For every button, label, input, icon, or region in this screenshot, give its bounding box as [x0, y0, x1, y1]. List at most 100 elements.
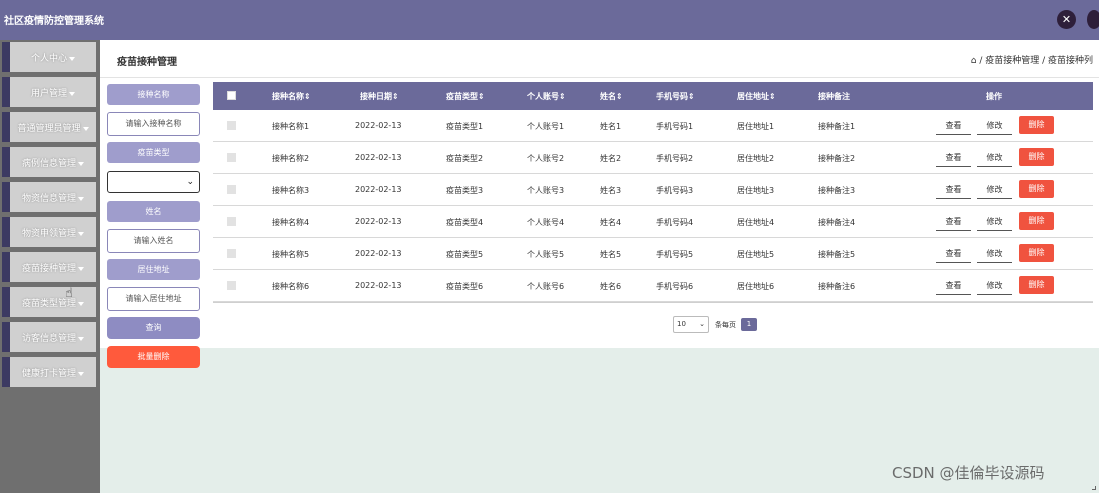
edit-button[interactable]: 修改 [977, 117, 1012, 135]
app-root: 社区疫情防控管理系统 ✕ 个人中心 用户管理 普通管理员管理 病例信息管理 物资… [0, 0, 1099, 493]
mouse-cursor-icon: ☝ [65, 286, 73, 301]
page-size-select[interactable]: 10 ⌄ [673, 316, 709, 333]
sidebar-item-admin-management[interactable]: 普通管理员管理 [2, 112, 96, 142]
app-title: 社区疫情防控管理系统 [4, 16, 104, 27]
cell-name: 姓名4 [600, 218, 622, 227]
cell-account: 个人账号4 [527, 218, 565, 227]
cell-phone: 手机号码5 [656, 250, 694, 259]
delete-button[interactable]: 删除 [1019, 212, 1054, 230]
per-page-label: 条每页 [715, 321, 736, 329]
sidebar-item-label: 病例信息管理 [10, 156, 96, 169]
delete-button[interactable]: 删除 [1019, 116, 1054, 134]
cell-name: 姓名3 [600, 186, 622, 195]
sidebar-label-text: 物资申领管理 [21, 229, 76, 239]
cell-remark: 接种备注4 [818, 218, 856, 227]
delete-button[interactable]: 删除 [1019, 276, 1054, 294]
caret-down-icon [78, 196, 84, 201]
caret-down-icon [78, 371, 84, 376]
vaccination-name-input[interactable]: 请输入接种名称 [107, 112, 200, 136]
cell-vaccination-name: 接种名称6 [272, 282, 310, 291]
edit-button[interactable]: 修改 [977, 213, 1012, 231]
view-button[interactable]: 查看 [936, 149, 971, 167]
sidebar-item-user-management[interactable]: 用户管理 [2, 77, 96, 107]
edit-button[interactable]: 修改 [977, 181, 1012, 199]
sidebar-label-text: 用户管理 [30, 89, 67, 99]
cell-address: 居住地址3 [737, 186, 775, 195]
cell-vaccine-type: 疫苗类型3 [446, 186, 484, 195]
sidebar-item-label: 健康打卡管理 [10, 366, 96, 379]
address-input[interactable]: 请输入居住地址 [107, 287, 200, 311]
view-button[interactable]: 查看 [936, 117, 971, 135]
column-header[interactable]: 姓名⇕ [600, 91, 623, 102]
table-header: 接种名称⇕ 接种日期⇕ 疫苗类型⇕ 个人账号⇕ 姓名⇕ 手机号码⇕ 居住地址⇕ … [213, 82, 1093, 110]
table-row: 接种名称5 2022-02-13 疫苗类型5 个人账号5 姓名5 手机号码5 居… [213, 238, 1093, 270]
batch-delete-button[interactable]: 批量删除 [107, 346, 200, 368]
row-checkbox[interactable] [227, 281, 236, 290]
sidebar-item-label: 个人中心 [10, 51, 96, 64]
avatar-icon[interactable] [1087, 10, 1099, 29]
cell-date: 2022-02-13 [355, 217, 402, 226]
column-header[interactable]: 手机号码⇕ [656, 91, 695, 102]
sidebar-label-text: 健康打卡管理 [21, 369, 76, 379]
sidebar-item-vaccine-type[interactable]: 疫苗类型管理 [2, 287, 96, 317]
column-header[interactable]: 接种日期⇕ [360, 91, 399, 102]
cell-phone: 手机号码2 [656, 154, 694, 163]
row-checkbox[interactable] [227, 153, 236, 162]
column-header-text: 接种名称 [272, 92, 304, 101]
cell-name: 姓名6 [600, 282, 622, 291]
vaccine-type-select[interactable]: ⌄ [107, 171, 200, 193]
view-button[interactable]: 查看 [936, 181, 971, 199]
sidebar-item-supplies-management[interactable]: 物资信息管理 [2, 182, 96, 212]
column-header[interactable]: 疫苗类型⇕ [446, 91, 485, 102]
sidebar-item-visitor[interactable]: 访客信息管理 [2, 322, 96, 352]
row-checkbox[interactable] [227, 249, 236, 258]
column-header[interactable]: 接种名称⇕ [272, 91, 311, 102]
edit-button[interactable]: 修改 [977, 277, 1012, 295]
delete-button[interactable]: 删除 [1019, 148, 1054, 166]
sidebar-item-health-checkin[interactable]: 健康打卡管理 [2, 357, 96, 387]
edit-button[interactable]: 修改 [977, 149, 1012, 167]
cell-vaccination-name: 接种名称3 [272, 186, 310, 195]
column-header[interactable]: 居住地址⇕ [737, 91, 776, 102]
sidebar-item-label: 物资信息管理 [10, 191, 96, 204]
select-all-checkbox[interactable] [227, 91, 236, 100]
sidebar-label-text: 疫苗接种管理 [21, 264, 76, 274]
cell-vaccination-name: 接种名称1 [272, 122, 310, 131]
cell-remark: 接种备注1 [818, 122, 856, 131]
row-checkbox[interactable] [227, 121, 236, 130]
sidebar-item-vaccination[interactable]: 疫苗接种管理 [2, 252, 96, 282]
page-number-button[interactable]: 1 [741, 318, 757, 331]
filter-label-vaccine-type: 疫苗类型 [107, 142, 200, 163]
breadcrumb[interactable]: ⌂ / 疫苗接种管理 / 疫苗接种列 [971, 53, 1093, 66]
sidebar-item-personal-center[interactable]: 个人中心 [2, 42, 96, 72]
cell-account: 个人账号1 [527, 122, 565, 131]
cell-address: 居住地址4 [737, 218, 775, 227]
cell-vaccine-type: 疫苗类型5 [446, 250, 484, 259]
delete-button[interactable]: 删除 [1019, 180, 1054, 198]
view-button[interactable]: 查看 [936, 277, 971, 295]
cell-address: 居住地址1 [737, 122, 775, 131]
cell-name: 姓名5 [600, 250, 622, 259]
fullscreen-icon[interactable]: ✕ [1057, 10, 1076, 29]
edit-button[interactable]: 修改 [977, 245, 1012, 263]
cell-phone: 手机号码6 [656, 282, 694, 291]
query-button[interactable]: 查询 [107, 317, 200, 339]
sidebar-item-label: 物资申领管理 [10, 226, 96, 239]
view-button[interactable]: 查看 [936, 245, 971, 263]
row-checkbox[interactable] [227, 185, 236, 194]
sidebar-item-case-management[interactable]: 病例信息管理 [2, 147, 96, 177]
cell-vaccination-name: 接种名称2 [272, 154, 310, 163]
sidebar-label-text: 物资信息管理 [21, 194, 76, 204]
cell-vaccine-type: 疫苗类型6 [446, 282, 484, 291]
cell-remark: 接种备注2 [818, 154, 856, 163]
row-checkbox[interactable] [227, 217, 236, 226]
cell-date: 2022-02-13 [355, 153, 402, 162]
cell-remark: 接种备注3 [818, 186, 856, 195]
sidebar-item-supplies-claim[interactable]: 物资申领管理 [2, 217, 96, 247]
delete-button[interactable]: 删除 [1019, 244, 1054, 262]
column-header[interactable]: 个人账号⇕ [527, 91, 566, 102]
caret-down-icon [78, 301, 84, 306]
filter-label-vaccination-name: 接种名称 [107, 84, 200, 105]
view-button[interactable]: 查看 [936, 213, 971, 231]
person-name-input[interactable]: 请输入姓名 [107, 229, 200, 253]
